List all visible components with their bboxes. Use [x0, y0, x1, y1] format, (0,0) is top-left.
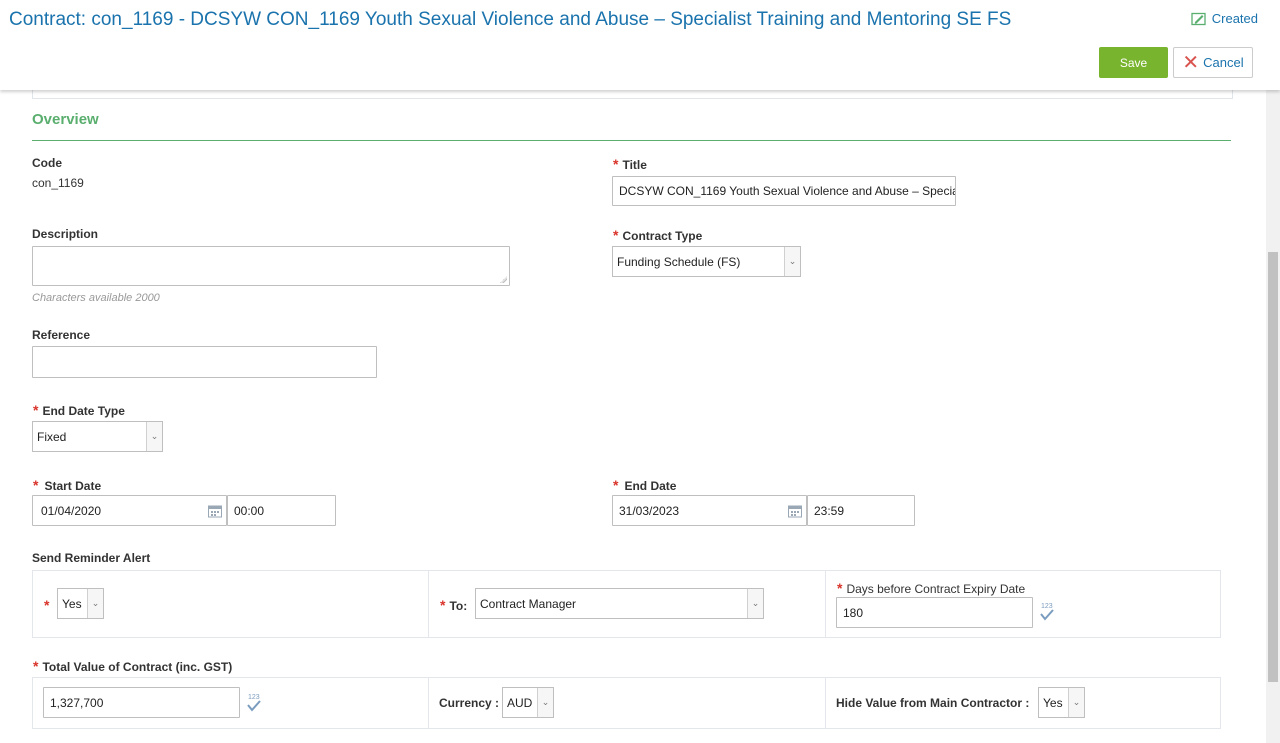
- reminder-to-value: Contract Manager: [480, 596, 577, 611]
- end-date-label: * End Date: [613, 477, 677, 493]
- hide-value-select[interactable]: Yes ⌄: [1038, 687, 1085, 718]
- reminder-to-label: * To:: [440, 597, 468, 613]
- days-before-expiry-label: * Days before Contract Expiry Date: [837, 580, 1026, 596]
- chevron-down-icon: ⌄: [1068, 688, 1084, 717]
- reminder-enabled-value: Yes: [62, 596, 82, 611]
- reference-label: Reference: [32, 328, 91, 342]
- status-label: Created: [1211, 11, 1258, 26]
- contract-type-label: * Contract Type: [613, 227, 703, 243]
- hide-value-value: Yes: [1043, 695, 1063, 710]
- reminder-enabled-select[interactable]: Yes ⌄: [57, 588, 104, 619]
- cancel-button[interactable]: ✕ Cancel: [1173, 47, 1253, 78]
- page-header: Contract: con_1169 - DCSYW CON_1169 Yout…: [0, 0, 1280, 90]
- svg-text:123: 123: [1041, 603, 1053, 610]
- reminder-to-select[interactable]: Contract Manager ⌄: [475, 588, 764, 619]
- page-title: Contract: con_1169 - DCSYW CON_1169 Yout…: [9, 9, 1012, 30]
- chevron-down-icon: ⌄: [747, 589, 763, 618]
- panel-divider: [825, 571, 826, 637]
- currency-select[interactable]: AUD ⌄: [502, 687, 554, 718]
- panel-divider: [428, 678, 429, 728]
- section-divider: [32, 140, 1231, 141]
- cancel-label: Cancel: [1203, 55, 1244, 70]
- numeric-check-icon: 123: [247, 694, 261, 712]
- description-textarea[interactable]: [32, 246, 510, 286]
- title-label: * Title: [613, 156, 647, 172]
- resize-grip-icon[interactable]: [500, 276, 507, 283]
- svg-text:123: 123: [248, 694, 260, 701]
- end-date-value: 31/03/2023: [619, 503, 680, 518]
- save-button[interactable]: Save: [1099, 47, 1168, 78]
- currency-label: Currency :: [439, 696, 500, 710]
- hide-value-label: Hide Value from Main Contractor :: [836, 696, 1030, 710]
- days-before-expiry-input[interactable]: 180: [836, 597, 1033, 628]
- panel-divider: [428, 571, 429, 637]
- chevron-down-icon: ⌄: [146, 422, 162, 451]
- required-marker: *: [613, 477, 619, 493]
- status-badge: Created: [1191, 11, 1258, 26]
- required-marker: *: [33, 402, 39, 418]
- chevron-down-icon: ⌄: [537, 688, 553, 717]
- numeric-check-icon: 123: [1040, 603, 1054, 621]
- total-value-label: * Total Value of Contract (inc. GST): [33, 658, 233, 674]
- end-date-input[interactable]: 31/03/2023: [612, 495, 807, 526]
- edit-square-icon: [1191, 12, 1206, 25]
- title-input[interactable]: DCSYW CON_1169 Youth Sexual Violence and…: [612, 176, 956, 206]
- end-date-type-select[interactable]: Fixed ⌄: [32, 421, 163, 452]
- send-reminder-alert-label: Send Reminder Alert: [32, 551, 151, 565]
- scrollbar-thumb[interactable]: [1268, 252, 1278, 682]
- section-title: Overview: [32, 111, 99, 128]
- end-time-input[interactable]: 23:59: [807, 495, 915, 526]
- panel-divider: [825, 678, 826, 728]
- contract-type-value: Funding Schedule (FS): [617, 254, 741, 269]
- end-date-type-value: Fixed: [37, 429, 67, 444]
- contract-type-select[interactable]: Funding Schedule (FS) ⌄: [612, 246, 801, 277]
- required-marker: *: [33, 477, 39, 493]
- start-date-input[interactable]: 01/04/2020: [32, 495, 227, 526]
- required-marker: *: [613, 156, 619, 172]
- code-value: con_1169: [32, 176, 84, 190]
- description-label: Description: [32, 227, 99, 241]
- close-icon: ✕: [1182, 51, 1200, 74]
- start-time-input[interactable]: 00:00: [227, 495, 336, 526]
- required-marker: *: [613, 227, 619, 243]
- start-date-value: 01/04/2020: [41, 503, 102, 518]
- chevron-down-icon: ⌄: [87, 589, 103, 618]
- required-marker: *: [33, 658, 39, 674]
- total-value-input[interactable]: 1,327,700: [43, 687, 240, 718]
- calendar-icon[interactable]: [208, 504, 222, 517]
- page-scrollbar[interactable]: [1266, 0, 1280, 743]
- code-label: Code: [32, 156, 62, 170]
- reference-input[interactable]: [32, 346, 377, 378]
- end-date-type-label: * End Date Type: [33, 402, 125, 418]
- start-date-label: * Start Date: [33, 477, 102, 493]
- calendar-icon[interactable]: [788, 504, 802, 517]
- chevron-down-icon: ⌄: [784, 247, 800, 276]
- currency-value: AUD: [507, 695, 533, 710]
- characters-available-hint: Characters available 2000: [32, 292, 160, 304]
- reminder-required-marker: *: [44, 597, 50, 613]
